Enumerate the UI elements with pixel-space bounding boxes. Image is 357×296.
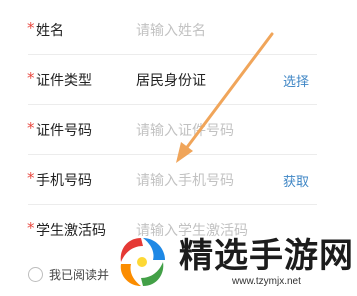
id-number-row[interactable]: * 证件号码 请输入证件号码 [0,105,357,155]
id-number-label: 证件号码 [36,123,92,139]
activation-label: 学生激活码 [36,223,106,239]
name-row[interactable]: * 姓名 请输入姓名 [0,5,357,55]
id-type-row[interactable]: * 证件类型 居民身份证 选择 [0,55,357,105]
required-mark: * [27,69,35,87]
consent-text: 我已阅读并 [49,268,110,282]
phone-row[interactable]: * 手机号码 请输入手机号码 获取 [0,155,357,205]
consent-row[interactable]: 我已阅读并 [28,266,109,283]
required-mark: * [27,19,35,37]
id-type-value: 居民身份证 [136,73,206,89]
name-label: 姓名 [36,23,64,39]
required-mark: * [27,119,35,137]
watermark-logo-icon [120,238,165,286]
phone-label: 手机号码 [36,173,92,189]
name-input[interactable]: 请输入姓名 [136,20,206,40]
get-code-button[interactable]: 获取 [283,171,309,190]
watermark-url: www.tzymjx.net [232,276,301,287]
phone-input[interactable]: 请输入手机号码 [136,170,234,190]
consent-radio[interactable] [28,267,43,282]
select-id-type-button[interactable]: 选择 [283,71,309,90]
watermark-title: 精选手游网 [179,236,354,276]
required-mark: * [27,219,35,237]
required-mark: * [27,169,35,187]
id-type-label: 证件类型 [36,73,92,89]
id-number-input[interactable]: 请输入证件号码 [136,120,234,140]
